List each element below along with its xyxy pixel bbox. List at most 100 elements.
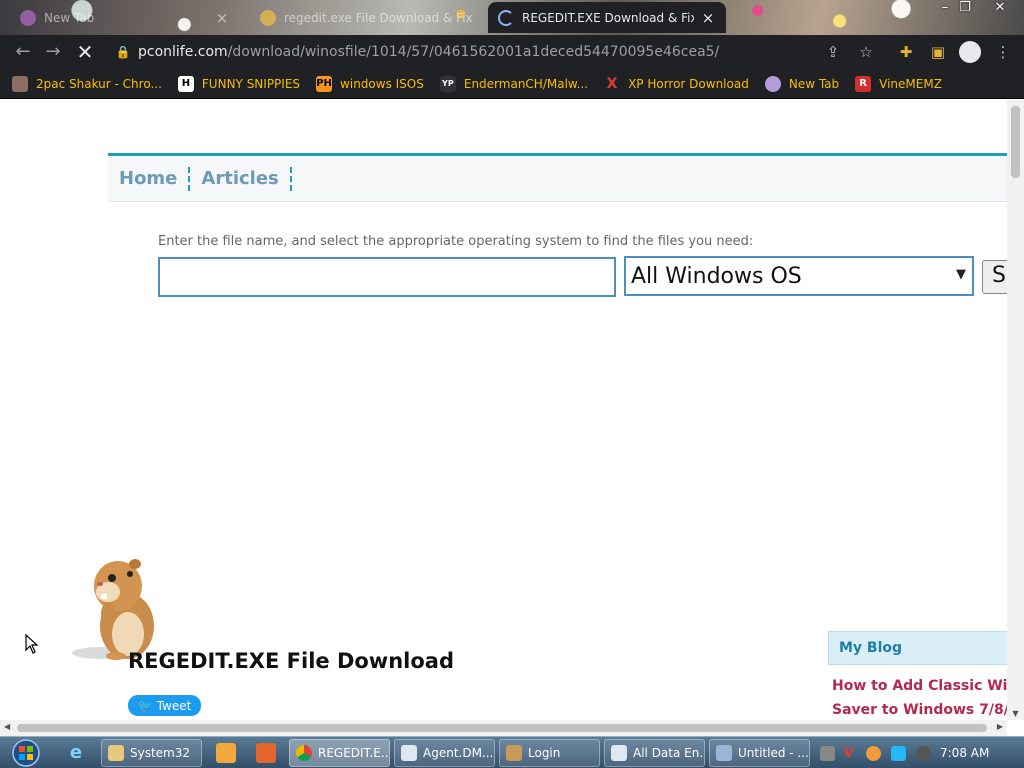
search-button[interactable]: S <box>982 260 1007 294</box>
bookmark-endermanch[interactable]: YP EndermanCH/Malw... <box>439 75 589 92</box>
x-icon: X <box>606 75 618 92</box>
taskbar-item-label: All Data En... <box>633 746 705 760</box>
window-icon <box>611 745 627 761</box>
tray-monitor-icon[interactable] <box>891 746 906 761</box>
window-close-icon[interactable]: ✕ <box>985 0 1015 18</box>
bookmark-label: XP Horror Download <box>628 76 749 91</box>
lock-icon: 🔒 <box>115 45 131 59</box>
taskbar-clock[interactable]: 7:08 AM <box>940 746 989 760</box>
bookmark-new-tab[interactable]: New Tab <box>764 75 840 92</box>
chrome-icon <box>20 9 36 26</box>
back-icon[interactable]: ← <box>8 37 38 67</box>
extensions-icon[interactable]: ✚ <box>893 39 919 65</box>
tray-search-icon[interactable] <box>866 746 881 761</box>
nav-home[interactable]: Home <box>108 166 191 191</box>
forward-icon[interactable]: → <box>38 37 68 67</box>
bookmark-windows-isos[interactable]: PH windows ISOS <box>316 75 424 92</box>
taskbar-item-login[interactable]: Login <box>499 739 600 767</box>
blog-link-line: How to Add Classic Windo <box>832 678 1007 694</box>
tab-title: New Tab <box>44 10 95 25</box>
taskbar-item-label: Agent.DM... <box>423 746 494 760</box>
taskbar-item-label: Untitled - ... <box>738 746 809 760</box>
taskbar-item-label: REGEDIT.E... <box>318 746 390 760</box>
profile-avatar-icon[interactable] <box>957 39 983 65</box>
globe-icon <box>764 75 781 92</box>
tab-title: regedit.exe File Download & Fix <box>284 10 473 25</box>
taskbar-item-system32[interactable]: System32 <box>101 739 202 767</box>
tab-strip: New Tab × regedit.exe File Download & Fi… <box>0 0 1024 35</box>
browser-toolbar: ← → ✕ 🔒 pconlife.com/download/winosfile/… <box>0 35 1024 69</box>
tab-regedit-download[interactable]: regedit.exe File Download & Fix <box>250 2 486 33</box>
tab-regedit-active[interactable]: REGEDIT.EXE Download & Fix Fo × <box>488 2 726 33</box>
star-icon[interactable]: ☆ <box>853 39 879 65</box>
vertical-scrollbar[interactable]: ▼ <box>1007 100 1024 720</box>
hamster-image <box>72 559 154 660</box>
scroll-down-icon[interactable]: ▼ <box>1011 709 1020 718</box>
tray-disc-icon[interactable] <box>916 746 931 761</box>
share-icon[interactable]: ⇪ <box>820 39 846 65</box>
url-host: pconlife.com <box>138 44 228 60</box>
menu-kebab-icon[interactable]: ⋮ <box>990 39 1016 65</box>
bookmark-label: New Tab <box>788 76 840 91</box>
internet-explorer-icon[interactable]: e <box>66 743 86 763</box>
bookmark-label: EndermanCH/Malw... <box>463 76 589 91</box>
app-icon <box>506 745 522 761</box>
maximize-icon[interactable]: ❐ <box>950 0 980 18</box>
blog-article-link[interactable]: How to Add Classic Windo Saver to Window… <box>828 665 1007 720</box>
scroll-left-icon[interactable]: ◀ <box>4 722 10 731</box>
bookmark-icon <box>12 75 28 92</box>
tray-app-icon[interactable] <box>820 746 835 761</box>
bookmark-vinememz[interactable]: R VineMEMZ <box>855 75 942 92</box>
h-icon: H <box>177 75 194 92</box>
taskbar: e System32 REGEDIT.E... Agent.DM... Logi… <box>0 736 1024 768</box>
os-select[interactable]: All Windows OS ▼ <box>624 256 974 296</box>
folder-icon <box>108 745 124 761</box>
address-bar[interactable]: 🔒 pconlife.com/download/winosfile/1014/5… <box>108 38 888 66</box>
tab-new-tab[interactable]: New Tab × <box>10 2 240 33</box>
scrollbar-thumb[interactable] <box>17 724 987 732</box>
tweet-button[interactable]: 🐦 Tweet <box>128 695 201 716</box>
os-select-value: All Windows OS <box>631 263 802 289</box>
media-player-icon[interactable] <box>216 743 236 763</box>
r-icon: R <box>855 75 872 92</box>
bookmarks-bar: 2pac Shakur - Chro... H FUNNY SNIPPIES P… <box>0 69 1024 99</box>
close-icon[interactable]: × <box>700 9 716 27</box>
twitter-bird-icon: 🐦 <box>137 698 153 713</box>
horizontal-scrollbar[interactable]: ◀ ▶ <box>0 720 1007 736</box>
site-nav: Home Articles <box>108 153 1007 202</box>
tweet-label: Tweet <box>156 698 192 713</box>
tab-title: REGEDIT.EXE Download & Fix Fo <box>522 10 694 25</box>
taskbar-item-all-data[interactable]: All Data En... <box>604 739 705 767</box>
chevron-down-icon: ▼ <box>956 267 966 282</box>
taskbar-item-untitled[interactable]: Untitled - ... <box>709 739 810 767</box>
nav-articles[interactable]: Articles <box>190 166 292 191</box>
chrome-icon <box>296 745 312 761</box>
taskbar-item-chrome[interactable]: REGEDIT.E... <box>289 739 390 767</box>
taskbar-item-label: Login <box>528 746 561 760</box>
blog-heading: My Blog <box>828 631 1007 665</box>
search-instructions: Enter the file name, and select the appr… <box>158 234 754 249</box>
app-icon[interactable] <box>256 743 276 763</box>
url-path: /download/winosfile/1014/57/0461562001a1… <box>227 44 720 60</box>
yp-icon: YP <box>439 75 456 92</box>
start-orb-icon[interactable] <box>6 738 46 768</box>
file-search-input[interactable] <box>158 257 616 297</box>
bookmark-xp-horror[interactable]: X XP Horror Download <box>604 76 749 92</box>
my-blog-widget: My Blog How to Add Classic Windo Saver t… <box>828 631 1007 720</box>
side-panel-icon[interactable]: ▣ <box>925 39 951 65</box>
close-icon[interactable]: × <box>214 9 230 27</box>
scrollbar-thumb[interactable] <box>1011 106 1020 178</box>
tray-v-icon[interactable]: V <box>843 746 858 761</box>
scroll-right-icon[interactable]: ▶ <box>997 722 1003 731</box>
ph-icon: PH <box>316 75 333 92</box>
bookmark-funny-snippies[interactable]: H FUNNY SNIPPIES <box>177 75 301 92</box>
paint-icon <box>716 745 732 761</box>
bookmark-label: windows ISOS <box>340 76 424 91</box>
blog-link-line: Saver to Windows 7/8/10 <box>832 702 1007 718</box>
stop-loading-icon[interactable]: ✕ <box>70 37 100 67</box>
page-viewport: Home Articles Enter the file name, and s… <box>0 100 1007 720</box>
taskbar-item-agent[interactable]: Agent.DM... <box>394 739 495 767</box>
bookmark-2pac[interactable]: 2pac Shakur - Chro... <box>12 75 162 92</box>
mouse-cursor-icon <box>25 634 39 654</box>
bookmark-label: FUNNY SNIPPIES <box>201 76 301 91</box>
